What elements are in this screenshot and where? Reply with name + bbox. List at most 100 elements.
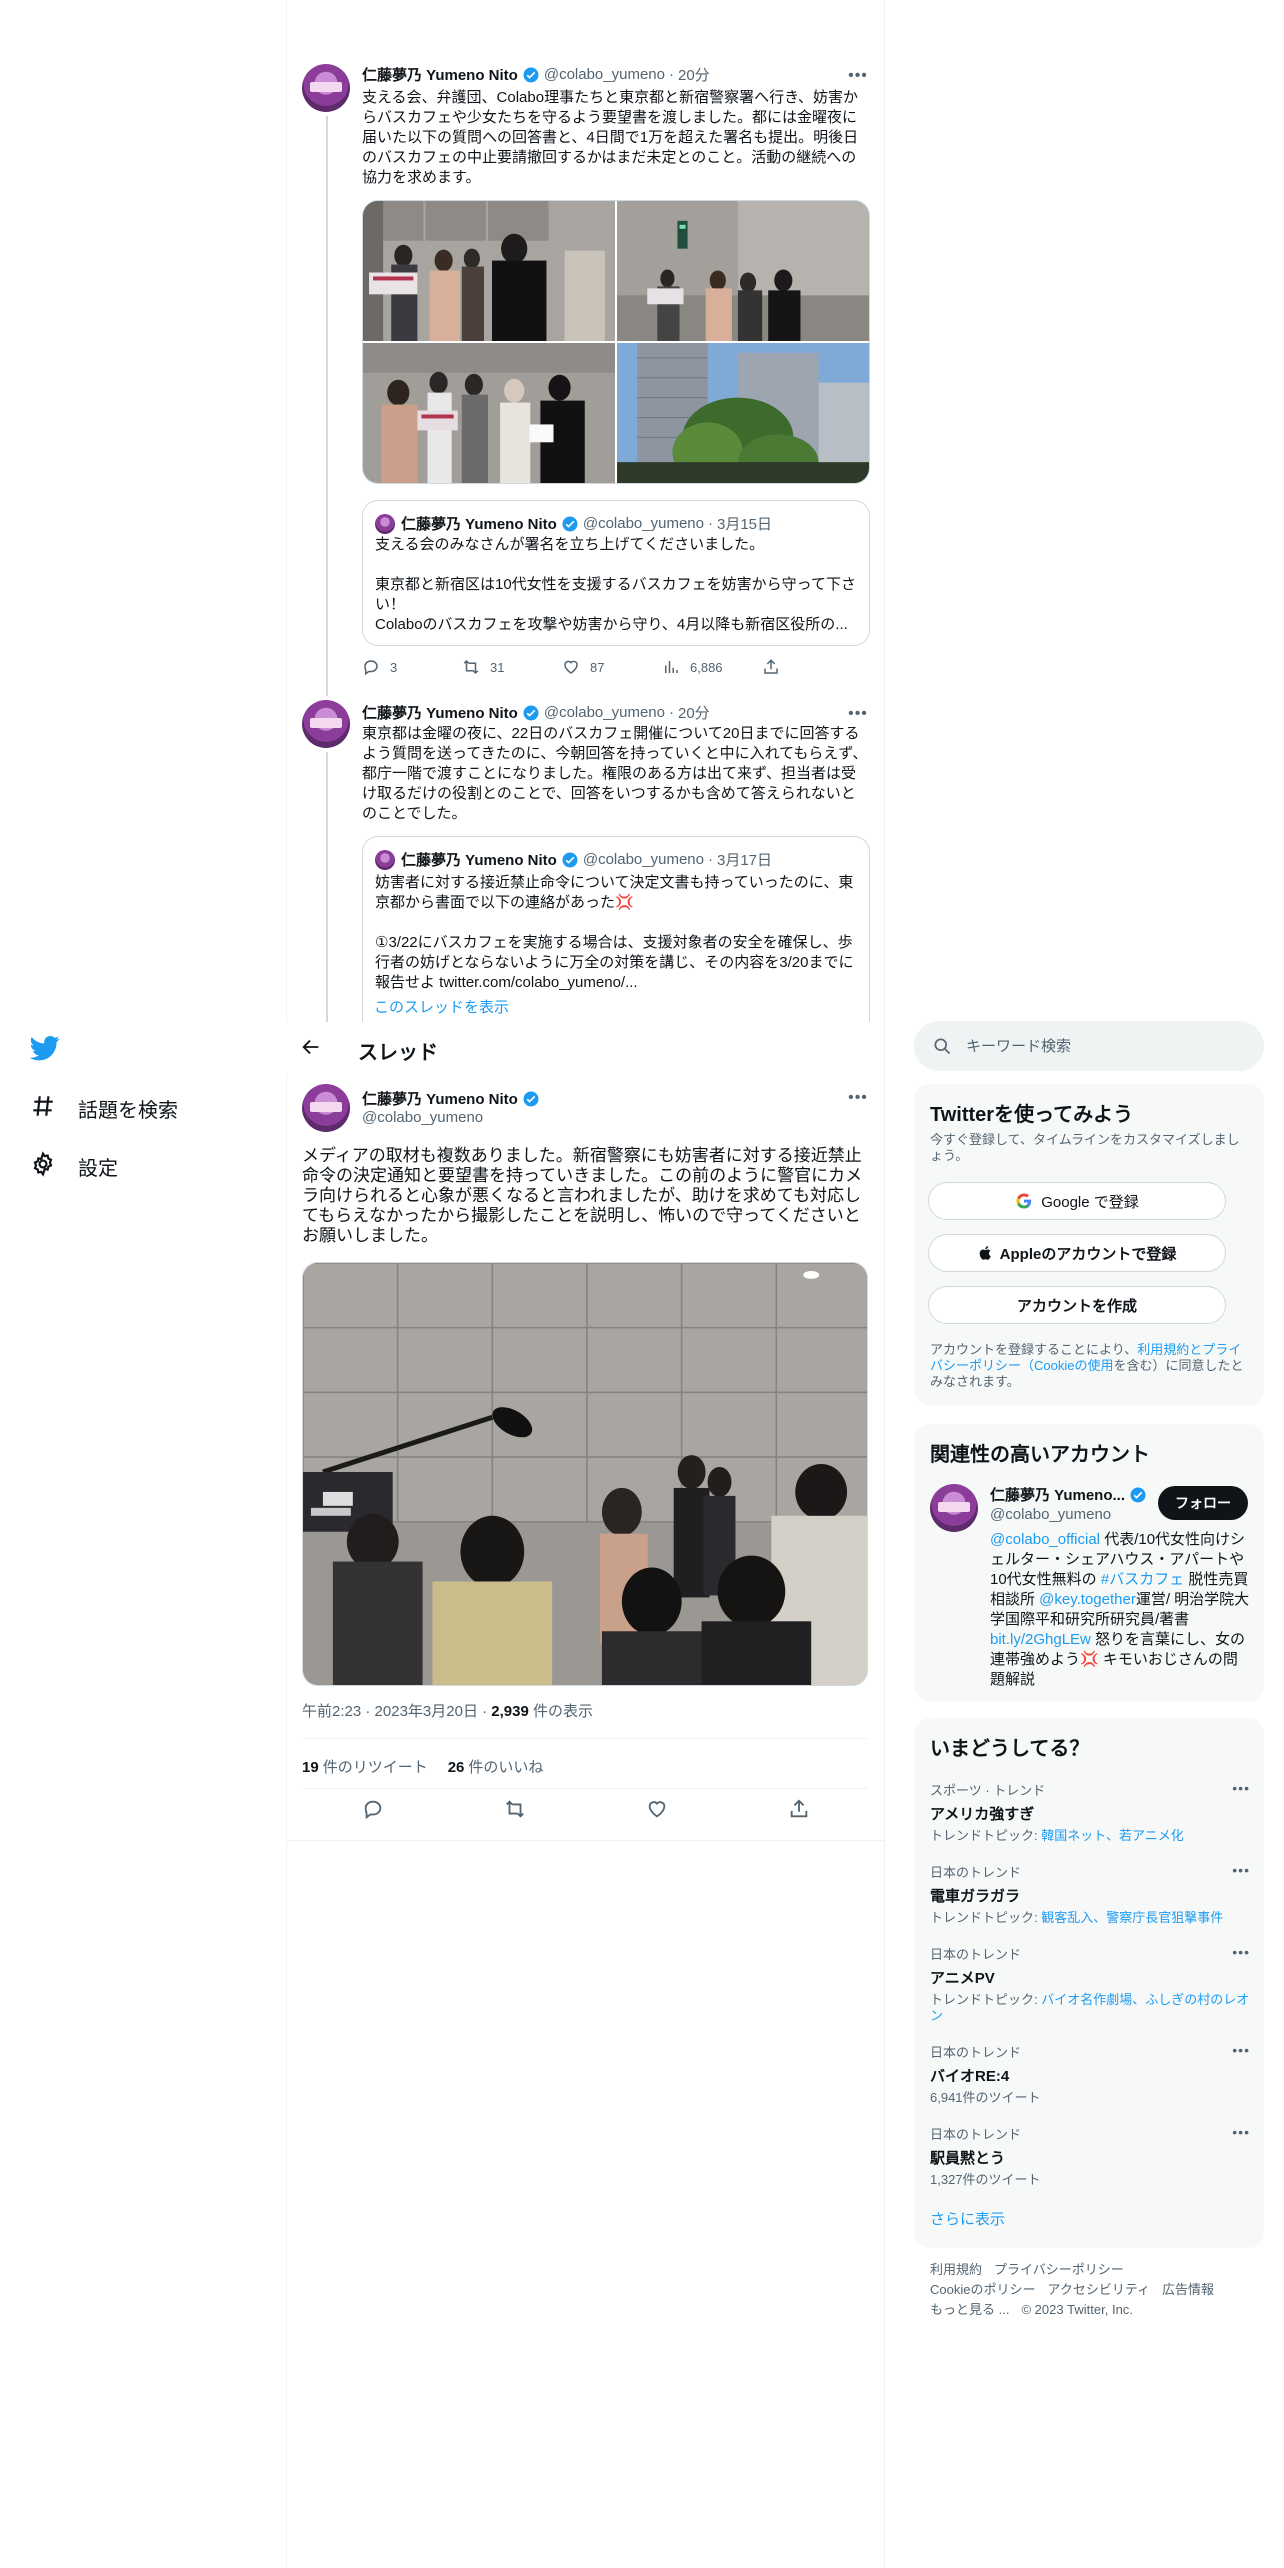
more-options-icon[interactable]: •••	[1232, 1780, 1250, 1796]
share-button[interactable]	[762, 658, 862, 676]
like-button[interactable]	[646, 1798, 668, 1825]
trend-sub-topics[interactable]: 観客乱入、警察庁長官狙撃事件	[1041, 1910, 1223, 1925]
google-signup-button[interactable]: Google で登録	[928, 1182, 1226, 1220]
verified-badge-icon	[523, 67, 539, 82]
more-options-icon[interactable]: •••	[848, 704, 868, 724]
author-handle[interactable]: @colabo_yumeno	[990, 1506, 1111, 1523]
search-input[interactable]	[966, 1037, 1226, 1055]
views-button[interactable]: 6,886	[662, 658, 762, 676]
like-button[interactable]: 87	[562, 658, 662, 676]
footer-cookie-link[interactable]: Cookieのポリシー	[930, 2282, 1035, 2297]
more-options-icon[interactable]: •••	[848, 66, 868, 86]
trend-subtitle: トレンドトピック: バイオ名作劇場、ふしぎの村のレオン	[930, 1992, 1250, 2024]
nav-settings[interactable]: 設定	[30, 1146, 118, 1186]
tweet-photo[interactable]	[617, 201, 869, 341]
more-options-icon[interactable]: •••	[848, 1088, 868, 1108]
twitter-logo-icon[interactable]	[29, 1033, 60, 1063]
trend-sub-prefix: トレンドトピック:	[930, 1910, 1042, 1925]
trend-category: 日本のトレンド	[930, 2045, 1022, 2060]
like-count: 26	[447, 1759, 465, 1776]
show-thread-link[interactable]: このスレッドを表示	[374, 996, 509, 1017]
trend-name: 電車ガラガラ	[930, 1888, 1021, 1905]
more-options-icon[interactable]: •••	[1232, 2042, 1250, 2058]
trend-item[interactable]: 日本のトレンド 電車ガラガラ トレンドトピック: 観客乱入、警察庁長官狙撃事件 …	[930, 1862, 1250, 1926]
related-account-header[interactable]: 仁藤夢乃 Yumeno...	[990, 1484, 1151, 1505]
nav-explore[interactable]: 話題を検索	[30, 1088, 178, 1128]
more-options-icon[interactable]: •••	[1232, 2124, 1250, 2140]
tweet-header: 仁藤夢乃 Yumeno Nito @colabo_yumeno · 20分	[362, 64, 710, 85]
retweet-button[interactable]: 31	[462, 658, 562, 676]
avatar[interactable]	[302, 1084, 350, 1132]
footer-more-link[interactable]: もっと見る ...	[930, 2302, 1009, 2317]
tweet-date[interactable]: 2023年3月20日	[375, 1703, 478, 1720]
author-name: 仁藤夢乃 Yumeno...	[990, 1487, 1126, 1504]
author-name[interactable]: 仁藤夢乃 Yumeno Nito	[362, 1088, 518, 1109]
show-more-link[interactable]: さらに表示	[930, 2208, 1005, 2229]
reply-icon	[364, 1800, 382, 1820]
retweets-stat[interactable]: 19 件のリツイート	[302, 1756, 428, 1777]
author-handle[interactable]: @colabo_yumeno	[544, 66, 665, 83]
trend-sub-topics[interactable]: 韓国ネット、若アニメ化	[1041, 1828, 1183, 1843]
avatar[interactable]	[302, 700, 350, 748]
more-options-icon[interactable]: •••	[1232, 1944, 1250, 1960]
trends-title: いまどうしてる？	[930, 1738, 1090, 1760]
author-name[interactable]: 仁藤夢乃 Yumeno Nito	[362, 702, 518, 723]
tweet-photo[interactable]	[363, 201, 615, 341]
trend-item[interactable]: 日本のトレンド 駅員黙とう 1,327件のツイート •••	[930, 2124, 1250, 2188]
trend-name: 駅員黙とう	[930, 2150, 1006, 2167]
nav-settings-label: 設定	[78, 1157, 118, 1180]
tweet-photo[interactable]	[617, 343, 869, 483]
bio-mention[interactable]: @colabo_official	[990, 1531, 1100, 1548]
apple-signup-label: Appleのアカウントで登録	[999, 1245, 1177, 1263]
quoted-tweet-header: 仁藤夢乃 Yumeno Nito @colabo_yumeno · 3月15日	[375, 513, 772, 534]
author-name[interactable]: 仁藤夢乃 Yumeno Nito	[362, 64, 518, 85]
related-accounts-card: 関連性の高いアカウント 仁藤夢乃 Yumeno... @colabo_yumen…	[914, 1424, 1264, 1702]
tweet-time[interactable]: 20分	[678, 702, 710, 723]
bio-mention[interactable]: @key.together	[1039, 1591, 1136, 1608]
share-button[interactable]	[788, 1798, 810, 1825]
trend-item[interactable]: スポーツ · トレンド アメリカ強すぎ トレンドトピック: 韓国ネット、若アニメ…	[930, 1780, 1250, 1844]
tweet-actions: 3 31 87 6,886	[362, 658, 862, 676]
engagement-stats: 19 件のリツイート 26 件のいいね	[302, 1756, 563, 1777]
author-handle[interactable]: @colabo_yumeno	[544, 704, 665, 721]
back-button[interactable]	[300, 1036, 322, 1063]
tweet-time[interactable]: 20分	[678, 64, 710, 85]
footer-copyright: © 2023 Twitter, Inc.	[1021, 2302, 1133, 2317]
reply-button[interactable]: 3	[362, 658, 462, 676]
main-tweet-actions	[302, 1798, 870, 1825]
like-label: 件のいいね	[468, 1759, 544, 1776]
left-column-border	[286, 0, 287, 2568]
footer-privacy-link[interactable]: プライバシーポリシー	[994, 2262, 1124, 2277]
more-options-icon[interactable]: •••	[1232, 1862, 1250, 1878]
apple-signup-button[interactable]: Appleのアカウントで登録	[928, 1234, 1226, 1272]
create-account-button[interactable]: アカウントを作成	[928, 1286, 1226, 1324]
footer-terms-link[interactable]: 利用規約	[930, 2262, 982, 2277]
search-bar[interactable]	[914, 1021, 1264, 1071]
trend-tweet-count: 1,327件のツイート	[930, 2172, 1041, 2187]
avatar[interactable]	[930, 1484, 978, 1532]
main-tweet-photo[interactable]	[302, 1262, 868, 1686]
trend-sub-prefix: トレンドトピック:	[930, 1828, 1042, 1843]
footer-ads-link[interactable]: 広告情報	[1162, 2282, 1214, 2297]
thread-header: スレッド	[286, 1022, 884, 1074]
retweet-button[interactable]	[504, 1798, 526, 1825]
trend-item[interactable]: 日本のトレンド アニメPV トレンドトピック: バイオ名作劇場、ふしぎの村のレオ…	[930, 1944, 1250, 2024]
tweet-time[interactable]: 午前2:23	[302, 1703, 361, 1720]
quoted-tweet[interactable]: 仁藤夢乃 Yumeno Nito @colabo_yumeno · 3月15日 …	[362, 500, 870, 646]
bio-hashtag[interactable]: #バスカフェ	[1101, 1571, 1184, 1588]
footer-accessibility-link[interactable]: アクセシビリティ	[1047, 2282, 1150, 2297]
separator-dot: ·	[482, 1703, 492, 1720]
avatar[interactable]	[302, 64, 350, 112]
follow-button[interactable]: フォロー	[1158, 1486, 1248, 1520]
separator-dot: ·	[668, 704, 674, 721]
photo-grid[interactable]	[362, 200, 870, 484]
trend-item[interactable]: 日本のトレンド バイオRE:4 6,941件のツイート •••	[930, 2042, 1250, 2106]
trend-category: スポーツ · トレンド	[930, 1783, 1046, 1798]
tweet-photo[interactable]	[363, 343, 615, 483]
quoted-tweet[interactable]: 仁藤夢乃 Yumeno Nito @colabo_yumeno · 3月17日 …	[362, 836, 870, 1022]
reply-button[interactable]	[362, 1798, 384, 1825]
create-account-label: アカウントを作成	[1016, 1297, 1137, 1315]
likes-stat[interactable]: 26 件のいいね	[448, 1756, 544, 1777]
author-handle[interactable]: @colabo_yumeno	[362, 1109, 483, 1126]
bio-link[interactable]: bit.ly/2GhgLEw	[990, 1631, 1091, 1648]
